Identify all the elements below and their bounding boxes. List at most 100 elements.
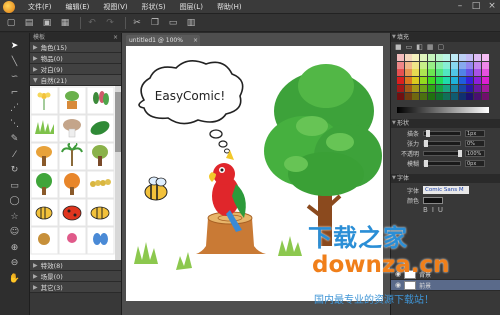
save-icon[interactable]: ▣	[40, 16, 54, 30]
shape-section-header[interactable]: ▼ 形状	[391, 119, 500, 128]
category-nature[interactable]: ▼ 自然(21)	[30, 75, 121, 86]
color-swatch[interactable]	[435, 92, 443, 100]
category-scenes[interactable]: ▶ 场景(0)	[30, 271, 121, 282]
template-mushroom[interactable]	[58, 114, 87, 143]
color-swatch[interactable]	[397, 77, 404, 85]
color-swatch[interactable]	[458, 61, 466, 69]
color-swatch[interactable]	[450, 84, 458, 92]
color-swatch[interactable]	[404, 61, 412, 69]
no-fill-icon[interactable]: ▢	[438, 43, 445, 51]
hand-tool-icon[interactable]: ✋	[4, 272, 26, 286]
color-swatch[interactable]	[435, 69, 443, 77]
ellipse-tool-icon[interactable]: ◯	[4, 194, 26, 208]
copy-icon[interactable]: ❐	[148, 16, 162, 30]
color-swatch[interactable]	[427, 92, 435, 100]
panel-close-icon[interactable]: ×	[113, 33, 118, 42]
color-swatch[interactable]	[481, 77, 489, 85]
color-swatch[interactable]	[404, 77, 412, 85]
color-swatch[interactable]	[420, 92, 428, 100]
color-swatch[interactable]	[412, 54, 420, 61]
color-swatch[interactable]	[427, 77, 435, 85]
polyline-tool-icon[interactable]: ⌐	[4, 86, 26, 100]
template-ladybug[interactable]	[58, 198, 87, 227]
category-characters[interactable]: ▶ 角色(15)	[30, 42, 121, 53]
blur-slider[interactable]	[423, 159, 461, 167]
font-color-swatch[interactable]	[423, 196, 443, 204]
color-swatch[interactable]	[404, 92, 412, 100]
color-swatch[interactable]	[420, 61, 428, 69]
color-swatch[interactable]	[466, 84, 474, 92]
color-swatch[interactable]	[474, 77, 481, 85]
underline-icon[interactable]: U	[438, 206, 443, 214]
italic-icon[interactable]: I	[432, 206, 434, 214]
template-small-tree[interactable]	[30, 142, 59, 171]
zoom-out-icon[interactable]: ⊖	[4, 256, 26, 270]
color-swatch[interactable]	[420, 69, 428, 77]
color-swatch[interactable]	[397, 92, 404, 100]
tension-slider[interactable]	[423, 139, 461, 147]
color-swatch[interactable]	[481, 84, 489, 92]
template-leaf[interactable]	[86, 114, 115, 143]
minimize-button[interactable]: –	[452, 0, 468, 13]
color-swatch[interactable]	[435, 54, 443, 61]
redo-icon[interactable]: ↷	[103, 16, 117, 30]
template-orange-tree[interactable]	[58, 170, 87, 199]
menu-file[interactable]: 文件(F)	[21, 0, 59, 14]
color-palette[interactable]	[397, 54, 489, 104]
color-swatch[interactable]	[427, 54, 435, 61]
color-swatch[interactable]	[458, 92, 466, 100]
color-swatch[interactable]	[397, 54, 404, 61]
color-swatch[interactable]	[466, 92, 474, 100]
bee[interactable]	[144, 176, 168, 201]
template-bee[interactable]	[30, 198, 59, 227]
stroke-width-value[interactable]: 1px	[465, 129, 485, 137]
font-section-header[interactable]: ▼ 字体	[391, 174, 500, 183]
color-swatch[interactable]	[443, 69, 451, 77]
template-potted-plant[interactable]	[58, 86, 87, 115]
color-swatch[interactable]	[443, 61, 451, 69]
color-swatch[interactable]	[420, 54, 428, 61]
color-swatch[interactable]	[458, 69, 466, 77]
maximize-button[interactable]: □	[468, 0, 484, 13]
star-tool-icon[interactable]: ☆	[4, 210, 26, 224]
color-swatch[interactable]	[474, 92, 481, 100]
template-grass[interactable]	[30, 114, 59, 143]
color-swatch[interactable]	[412, 77, 420, 85]
menu-layer[interactable]: 图层(L)	[173, 0, 210, 14]
stroke-width-slider[interactable]	[423, 129, 461, 137]
undo-icon[interactable]: ↶	[85, 16, 99, 30]
color-swatch[interactable]	[404, 69, 412, 77]
color-swatch[interactable]	[435, 84, 443, 92]
tension-value[interactable]: 0%	[465, 139, 485, 147]
brush-tool-icon[interactable]: ⁄	[4, 148, 26, 162]
color-swatch[interactable]	[450, 92, 458, 100]
thought-bubble[interactable]	[138, 60, 244, 154]
color-swatch[interactable]	[481, 61, 489, 69]
color-swatch[interactable]	[412, 92, 420, 100]
document-tab[interactable]: untitled1 @ 100% ×	[126, 35, 200, 46]
close-button[interactable]: ×	[484, 0, 500, 13]
cut-icon[interactable]: ✂	[130, 16, 144, 30]
color-swatch[interactable]	[412, 69, 420, 77]
grid-scrollbar-thumb[interactable]	[115, 92, 121, 152]
color-swatch[interactable]	[474, 61, 481, 69]
slider-knob[interactable]	[424, 139, 428, 147]
color-swatch[interactable]	[474, 84, 481, 92]
category-items[interactable]: ▶ 物品(0)	[30, 53, 121, 64]
color-swatch[interactable]	[435, 61, 443, 69]
fill-section-header[interactable]: ▼ 填充	[391, 33, 500, 42]
color-swatch[interactable]	[420, 84, 428, 92]
rotate-tool-icon[interactable]: ↻	[4, 163, 26, 177]
node-tool-icon[interactable]: ⋱	[4, 117, 26, 131]
opacity-slider[interactable]	[423, 149, 462, 157]
color-swatch[interactable]	[450, 61, 458, 69]
solid-fill-icon[interactable]: ■	[395, 43, 402, 51]
category-dialogue[interactable]: ▶ 对白(9)	[30, 64, 121, 75]
color-swatch[interactable]	[427, 61, 435, 69]
template-snail[interactable]	[30, 226, 59, 255]
zoom-in-icon[interactable]: ⊕	[4, 241, 26, 255]
template-bare-tree[interactable]	[86, 142, 115, 171]
color-swatch[interactable]	[450, 69, 458, 77]
color-swatch[interactable]	[397, 61, 404, 69]
save-as-icon[interactable]: ▦	[58, 16, 72, 30]
